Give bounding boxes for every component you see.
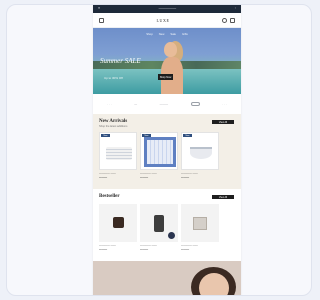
new-badge: New	[101, 134, 110, 137]
lifestyle-model-face	[199, 273, 229, 295]
header-actions	[221, 17, 235, 23]
product-card[interactable]: ———— —— ———	[140, 204, 178, 251]
hero-menu-item[interactable]: Sale	[170, 32, 176, 36]
product-card[interactable]: New ———— —— ———	[99, 132, 137, 179]
category-item[interactable]: · · ·	[222, 102, 226, 106]
product-card[interactable]: ———— —— ———	[181, 204, 219, 251]
product-price: ———	[181, 248, 190, 251]
category-item[interactable]: ———	[160, 102, 168, 106]
hero-headline: Summer SALE	[100, 57, 141, 65]
product-price: ———	[99, 176, 108, 179]
new-arrivals-carousel[interactable]: New ———— —— ——— New ———— —— ——— New ————…	[99, 132, 241, 179]
hero-subtitle: Up to 30% Off	[104, 76, 123, 80]
product-price: ———	[140, 248, 149, 251]
announcement-text: —————	[158, 6, 177, 11]
product-art-dish-stack	[106, 147, 132, 160]
bestseller-title: Bestseller	[99, 194, 120, 199]
new-arrivals-view-all-button[interactable]: View All	[212, 120, 234, 124]
product-art-brown-item	[113, 217, 124, 228]
product-art-candle	[154, 215, 164, 232]
new-arrivals-subtitle: Shop the latest additions	[99, 125, 128, 128]
product-name[interactable]: ———— ——	[140, 172, 178, 175]
category-item[interactable]: —	[134, 102, 137, 106]
site-header: LUXE	[93, 13, 241, 28]
product-name[interactable]: ———— ——	[99, 244, 137, 247]
hero-menu-item[interactable]: Shop	[146, 32, 153, 36]
menu-icon[interactable]	[99, 17, 104, 23]
product-image[interactable]: New	[99, 132, 137, 170]
bestseller-section: Bestseller View All ———— —— ——— ———— ——	[93, 189, 241, 261]
product-image[interactable]	[99, 204, 137, 242]
new-arrivals-title: New Arrivals	[99, 119, 128, 124]
new-badge: New	[183, 134, 192, 137]
quick-view-icon[interactable]	[168, 232, 175, 239]
preview-card: ≡ ————— ◦ LUXE Shop New Sale Gifts Summe…	[6, 4, 312, 296]
new-arrivals-section: New Arrivals Shop the latest additions V…	[93, 114, 241, 189]
store-logo[interactable]: LUXE	[156, 18, 169, 23]
product-image[interactable]	[140, 204, 178, 242]
hero-menu-item[interactable]: Gifts	[182, 32, 188, 36]
bestseller-carousel[interactable]: ———— —— ——— ———— —— ——— ———— —— ———	[99, 204, 241, 251]
announcement-right: ◦	[234, 6, 236, 11]
hero-menu-item[interactable]: New	[159, 32, 165, 36]
cart-icon[interactable]	[229, 17, 235, 23]
product-image[interactable]: New	[181, 132, 219, 170]
mobile-page-preview[interactable]: ≡ ————— ◦ LUXE Shop New Sale Gifts Summe…	[93, 5, 241, 295]
product-card[interactable]: New ———— —— ———	[140, 132, 178, 179]
product-card[interactable]: New ———— —— ———	[181, 132, 219, 179]
product-name[interactable]: ———— ——	[140, 244, 178, 247]
product-image[interactable]	[181, 204, 219, 242]
product-name[interactable]: ———— ——	[181, 172, 219, 175]
category-pill[interactable]	[190, 102, 200, 106]
product-price: ———	[181, 176, 190, 179]
lifestyle-banner[interactable]	[93, 261, 241, 295]
product-name[interactable]: ———— ——	[99, 172, 137, 175]
hero-menu: Shop New Sale Gifts	[93, 32, 241, 36]
hero-banner[interactable]: Shop New Sale Gifts Summer SALE Up to 30…	[93, 28, 241, 94]
product-art-blue-textile	[144, 137, 176, 167]
product-image[interactable]: New	[140, 132, 178, 170]
product-price: ———	[99, 248, 108, 251]
new-badge: New	[142, 134, 151, 137]
product-price: ———	[140, 176, 149, 179]
product-name[interactable]: ———— ——	[181, 244, 219, 247]
hero-model-image	[159, 41, 185, 94]
model-face	[164, 42, 177, 57]
product-art-bowl	[190, 147, 212, 159]
category-strip: · · · — ——— · · ·	[93, 94, 241, 114]
bestseller-view-all-button[interactable]: View All	[212, 195, 234, 199]
search-icon[interactable]	[221, 17, 227, 23]
hero-cta-button[interactable]: Shop Now	[158, 74, 173, 80]
announcement-bar: ≡ ————— ◦	[93, 5, 241, 13]
product-art-box	[193, 217, 207, 230]
product-card[interactable]: ———— —— ———	[99, 204, 137, 251]
announcement-left: ≡	[98, 6, 101, 11]
category-item[interactable]: · · ·	[107, 102, 111, 106]
